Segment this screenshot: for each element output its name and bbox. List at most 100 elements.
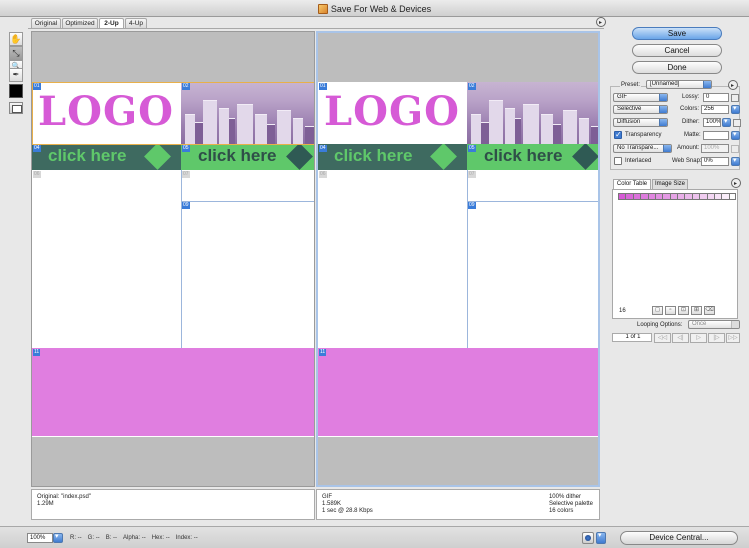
tab-color-table[interactable]: Color Table xyxy=(613,179,651,189)
slice-number-badge[interactable]: 05 xyxy=(182,145,190,152)
color-swatch[interactable] xyxy=(684,193,692,200)
colors-dropdown[interactable] xyxy=(731,104,740,114)
looping-select[interactable]: Once xyxy=(688,320,740,329)
tab-image-size[interactable]: Image Size xyxy=(652,179,688,189)
preview-menu-button[interactable]: ▸ xyxy=(596,17,606,27)
optimize-menu-button[interactable]: ▸ xyxy=(728,80,738,90)
palette-select[interactable]: Selective xyxy=(613,105,668,114)
original-preview-pane[interactable]: LOGO click here click here 01 02 04 05 0… xyxy=(31,31,315,487)
browser-dropdown[interactable] xyxy=(596,531,606,544)
tab-4-up[interactable]: 4-Up xyxy=(125,18,147,28)
color-swatch[interactable] xyxy=(728,193,736,200)
colors-field[interactable]: 256 xyxy=(701,105,729,114)
matte-label: Matte: xyxy=(684,132,701,138)
optimized-info-panel[interactable]: GIF 1.589K 1 sec @ 28.8 Kbps 100% dither… xyxy=(316,489,600,520)
artwork-optimized: LOGO click here click here xyxy=(318,82,598,437)
frame-counter: 1 of 1 xyxy=(612,333,652,342)
auto-slice-number-badge[interactable]: 07 xyxy=(468,171,476,178)
color-swatch[interactable] xyxy=(691,193,700,200)
cancel-button[interactable]: Cancel xyxy=(632,44,722,57)
slice-number-badge[interactable]: 11 xyxy=(319,349,327,356)
lock-icon[interactable]: ⊡ xyxy=(678,306,689,315)
first-frame-icon[interactable]: ◁◁ xyxy=(654,333,671,343)
slice-number-badge[interactable]: 04 xyxy=(33,145,41,152)
optimized-preview-pane[interactable]: LOGO click here click here 01 02 04 05 0… xyxy=(316,31,600,487)
amount-dropdown[interactable] xyxy=(731,145,739,153)
last-frame-icon[interactable]: ▷▷ xyxy=(726,333,740,343)
color-swatch[interactable] xyxy=(669,193,677,200)
web-snap-dropdown[interactable] xyxy=(731,156,740,166)
play-icon[interactable]: ▷ xyxy=(690,333,707,343)
color-swatch[interactable] xyxy=(647,193,655,200)
slice-number-badge[interactable]: 01 xyxy=(319,83,327,90)
slice-number-badge[interactable]: 05 xyxy=(468,145,476,152)
tab-original[interactable]: Original xyxy=(31,18,61,28)
hand-tool-icon[interactable]: ✋ xyxy=(9,32,23,46)
color-swatch[interactable] xyxy=(662,193,670,200)
matte-dropdown[interactable] xyxy=(731,130,740,140)
previous-frame-icon[interactable]: ◁| xyxy=(672,333,689,343)
optimized-details: 100% dither Selective palette 16 colors xyxy=(549,494,593,515)
eyedropper-color-swatch[interactable] xyxy=(9,84,23,98)
auto-slice-number-badge[interactable]: 06 xyxy=(319,171,327,178)
color-swatch[interactable] xyxy=(625,193,633,200)
zoom-dropdown[interactable] xyxy=(53,532,63,543)
lossy-field[interactable]: 0 xyxy=(703,93,729,102)
slice-number-badge[interactable]: 01 xyxy=(33,83,41,90)
slice-number-badge[interactable]: 09 xyxy=(468,202,476,209)
next-frame-icon[interactable]: |▷ xyxy=(708,333,725,343)
snap-to-web-icon[interactable]: ◻ xyxy=(652,306,663,315)
new-color-icon[interactable]: ⊞ xyxy=(691,306,702,315)
title-container: Save For Web & Devices xyxy=(0,0,749,17)
format-select[interactable]: GIF xyxy=(613,93,668,102)
color-swatch[interactable] xyxy=(721,193,729,200)
colors-info: 16 colors xyxy=(548,508,574,514)
button-slice-light: click here xyxy=(181,144,314,170)
done-button[interactable]: Done xyxy=(632,61,722,74)
interlaced-checkbox[interactable] xyxy=(614,157,622,165)
auto-slice-number-badge[interactable]: 06 xyxy=(33,171,41,178)
slice-number-badge[interactable]: 04 xyxy=(319,145,327,152)
transparency-checkbox[interactable] xyxy=(614,130,622,139)
color-swatch[interactable] xyxy=(640,193,648,200)
original-filename: Original: "index.psd" xyxy=(37,494,91,500)
zoom-field[interactable]: 100% xyxy=(27,533,53,543)
auto-slice-number-badge[interactable]: 07 xyxy=(182,171,190,178)
preset-select[interactable]: [Unnamed] xyxy=(646,80,712,89)
dither-algorithm-select[interactable]: Diffusion xyxy=(613,118,668,127)
amount-field[interactable]: 100% xyxy=(701,144,729,153)
device-central-button[interactable]: Device Central... xyxy=(620,531,738,545)
slice-select-tool-icon[interactable]: ⤡ xyxy=(9,46,23,60)
color-table-panel[interactable] xyxy=(612,189,738,319)
color-swatch[interactable] xyxy=(699,193,707,200)
eyedropper-tool-icon[interactable]: ✒ xyxy=(9,68,23,82)
lossy-mask-icon[interactable] xyxy=(731,94,739,102)
tab-optimized[interactable]: Optimized xyxy=(62,18,98,28)
save-button[interactable]: Save xyxy=(632,27,722,40)
slice-number-badge[interactable]: 09 xyxy=(182,202,190,209)
hex-value: -- xyxy=(165,535,170,541)
color-swatch[interactable] xyxy=(618,193,626,200)
color-swatch[interactable] xyxy=(632,193,641,200)
trash-icon[interactable]: ⌫ xyxy=(704,306,715,315)
transparency-dither-select[interactable]: No Transpare... xyxy=(613,144,672,153)
slice-number-badge[interactable]: 02 xyxy=(468,83,476,90)
slice-number-badge[interactable]: 02 xyxy=(182,83,190,90)
web-snap-field[interactable]: 0% xyxy=(701,157,729,166)
slice-number-badge[interactable]: 11 xyxy=(33,349,41,356)
lock-color-icon[interactable]: ▫ xyxy=(665,306,676,315)
dither-mask-icon[interactable] xyxy=(733,119,741,127)
color-swatch[interactable] xyxy=(677,193,685,200)
matte-field[interactable] xyxy=(703,131,729,140)
color-swatch[interactable] xyxy=(713,193,722,200)
arrow-right-icon: ▸ xyxy=(731,83,735,89)
logo-text: LOGO xyxy=(324,88,460,135)
color-swatch[interactable] xyxy=(654,193,663,200)
toggle-slices-visibility-icon[interactable] xyxy=(9,102,23,114)
color-swatches[interactable] xyxy=(618,193,736,200)
preview-in-browser-icon[interactable] xyxy=(582,532,594,544)
dither-dropdown[interactable] xyxy=(722,117,731,127)
color-table-menu-button[interactable]: ▸ xyxy=(731,178,741,188)
dither-field[interactable]: 100% xyxy=(703,118,721,127)
color-swatch[interactable] xyxy=(706,193,714,200)
